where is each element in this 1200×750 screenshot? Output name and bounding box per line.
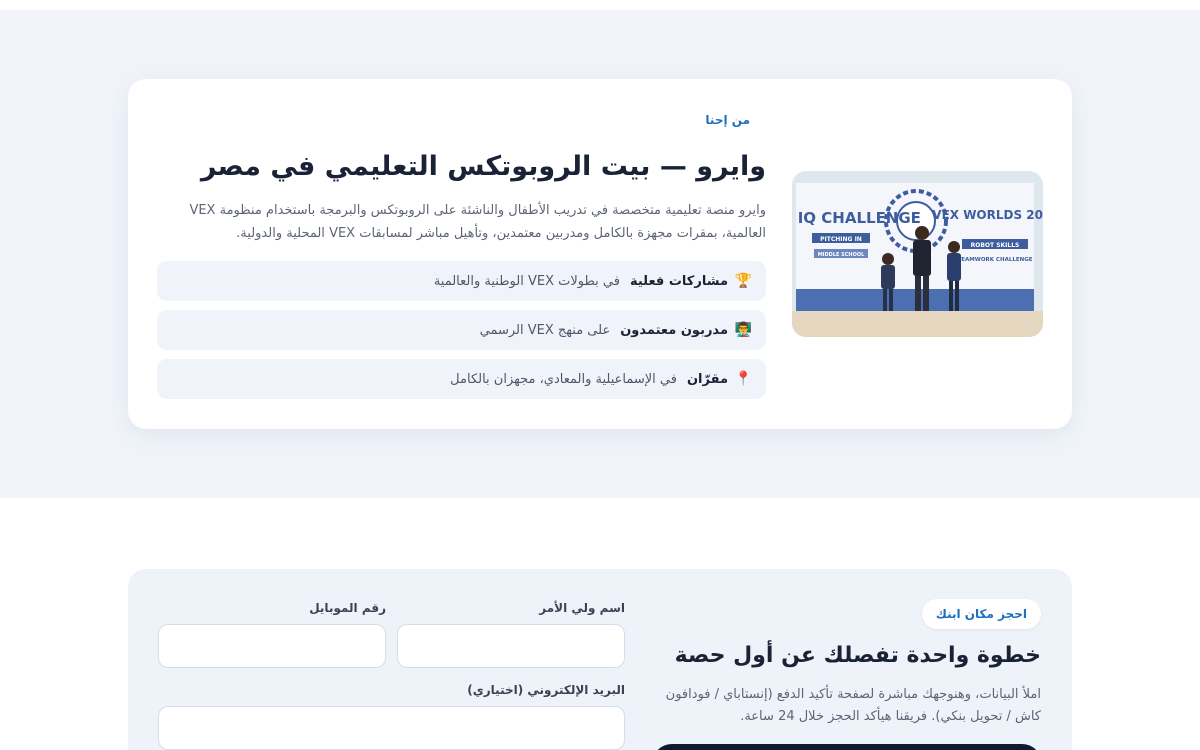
booking-section: احجز مكان ابنك خطوة واحدة تفصلك عن أول ح… <box>128 569 1072 750</box>
booking-title: خطوة واحدة تفصلك عن أول حصة <box>674 643 1041 668</box>
teacher-icon: 👨‍🏫 <box>734 322 752 338</box>
email-field[interactable] <box>158 706 625 750</box>
feature-title: مدربون معتمدون <box>620 322 728 338</box>
banner-left-sub2: MIDDLE SCHOOL <box>818 252 865 258</box>
feature-text: في بطولات VEX الوطنية والعالمية <box>433 273 620 289</box>
location-pin-icon: 📍 <box>734 371 752 387</box>
parent-name-label: اسم ولي الأمر <box>539 601 625 615</box>
mobile-field[interactable] <box>158 624 386 668</box>
team-photo: VEX IQ CHALLENGE PITCHING IN MIDDLE SCHO… <box>792 171 1043 337</box>
parent-name-field[interactable] <box>397 624 625 668</box>
feature-title: مقرّان <box>686 371 728 387</box>
feature-item-locations: 📍 مقرّان في الإسماعيلية والمعادي، مجهزان… <box>157 359 766 399</box>
features-list: 🏆 مشاركات فعلية في بطولات VEX الوطنية وا… <box>157 261 766 408</box>
about-eyebrow: من إحنا <box>705 113 750 127</box>
feature-text: على منهج VEX الرسمي <box>479 322 611 338</box>
submit-booking-button[interactable] <box>652 744 1042 750</box>
about-section: من إحنا وايرو — بيت الروبوتكس التعليمي ف… <box>0 10 1200 498</box>
booking-pill: احجز مكان ابنك <box>921 599 1041 629</box>
banner-right-sub: ROBOT SKILLS <box>971 242 1020 249</box>
trophy-icon: 🏆 <box>734 273 752 289</box>
banner-right-sub2: TEAMWORK CHALLENGE <box>958 257 1033 263</box>
booking-description: املأ البيانات، وهنوجهك مباشرة لصفحة تأكي… <box>665 687 1041 724</box>
email-label: البريد الإلكتروني (اختياري) <box>467 683 625 697</box>
banner-right-text: VEX WORLDS 2024 <box>932 208 1043 222</box>
about-description: وايرو منصة تعليمية متخصصة في تدريب الأطف… <box>189 203 766 241</box>
about-title: وايرو — بيت الروبوتكس التعليمي في مصر <box>200 151 766 182</box>
banner-left-sub: PITCHING IN <box>820 236 862 243</box>
about-card: من إحنا وايرو — بيت الروبوتكس التعليمي ف… <box>128 79 1072 429</box>
mobile-label: رقم الموبايل <box>309 601 386 615</box>
feature-title: مشاركات فعلية <box>629 273 728 289</box>
feature-item-trainers: 👨‍🏫 مدربون معتمدون على منهج VEX الرسمي <box>157 310 766 350</box>
banner-left-text: VEX IQ CHALLENGE <box>792 209 921 227</box>
feature-text: في الإسماعيلية والمعادي، مجهزان بالكامل <box>450 371 677 387</box>
feature-item-participations: 🏆 مشاركات فعلية في بطولات VEX الوطنية وا… <box>157 261 766 301</box>
